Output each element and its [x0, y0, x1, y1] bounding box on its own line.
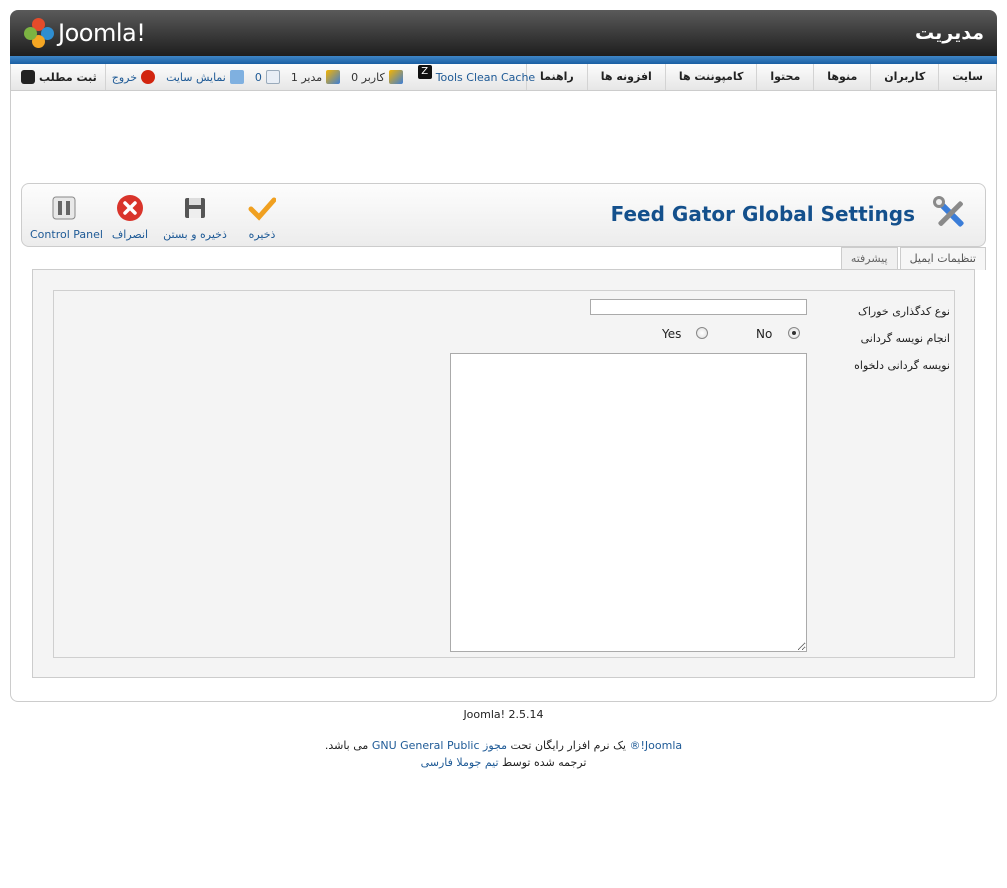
logout-link[interactable]: خروج — [112, 70, 159, 84]
cache-icon: Z — [417, 65, 432, 79]
admins-count: 1 — [290, 70, 298, 84]
radio-no[interactable] — [788, 327, 800, 339]
custom-translit-label: نویسه گردانی دلخواه — [854, 359, 950, 372]
footer-line1-end: می باشد. — [324, 739, 372, 752]
footer-version: Joomla! 2.5.14 — [463, 708, 544, 721]
users-count: 0 — [351, 70, 359, 84]
write-post-label: ثبت مطلب — [39, 70, 97, 84]
cancel-icon — [117, 195, 143, 221]
admins-label: مدیر — [301, 70, 323, 84]
menu-item-components[interactable]: کامپوننت ها — [664, 64, 757, 90]
footer-translator-line: ترجمه شده توسط تیم جوملا فارسی — [0, 756, 1007, 769]
logout-icon — [141, 70, 156, 84]
feed-encoding-input[interactable] — [590, 299, 807, 315]
menu-bar: سایت کاربران منوها محتوا کامپوننت ها افز… — [10, 64, 997, 91]
wrench-screwdriver-icon — [933, 196, 964, 227]
save-label: ذخیره — [248, 228, 276, 241]
menu-item-site[interactable]: سایت — [938, 64, 996, 90]
clean-cache-link[interactable]: Z Tools Clean Cache — [414, 65, 536, 84]
save-close-button[interactable]: ذخیره و بستن — [161, 194, 229, 241]
toolbar-box: Feed Gator Global Settings ذخیره ذخیره و… — [21, 183, 986, 247]
custom-translit-textarea[interactable] — [450, 353, 807, 652]
clean-cache-label: Tools Clean Cache — [435, 70, 536, 84]
cancel-label: انصراف — [111, 228, 149, 241]
menu-item-extensions[interactable]: افزونه ها — [586, 64, 665, 90]
users-status: 0 کاربر — [351, 70, 407, 84]
status-area: ثبت مطلب خروج نمایش سایت 0 1 مدیر 0 کارب… — [11, 64, 542, 90]
mail-icon — [265, 70, 280, 84]
control-panel-button[interactable]: Control Panel — [30, 194, 103, 241]
save-close-label: ذخیره و بستن — [163, 228, 227, 241]
header-stripe — [10, 56, 997, 64]
admin-header: Joomla! مدیریت — [10, 10, 997, 56]
control-panel-label: Control Panel — [30, 228, 103, 241]
feed-encoding-label: نوع کدگذاری خوراک — [858, 305, 950, 318]
users-icon — [388, 70, 403, 84]
footer-license-line: Joomla!® یک نرم افزار رایگان تحت مجوز GN… — [0, 739, 1007, 752]
admin-title: مدیریت — [915, 22, 984, 44]
view-site-link[interactable]: نمایش سایت — [166, 70, 248, 84]
messages-status[interactable]: 0 — [255, 70, 284, 84]
joomla-logo-text: Joomla! — [58, 19, 146, 47]
write-post-button[interactable]: ثبت مطلب — [11, 64, 106, 90]
tab-advanced[interactable]: پیشرفته — [840, 247, 898, 270]
monitor-icon — [229, 70, 244, 84]
joomla-link[interactable]: Joomla!® — [630, 739, 683, 752]
option-yes-label: Yes — [662, 327, 682, 341]
option-no-label: No — [756, 327, 773, 341]
control-panel-icon — [52, 196, 76, 220]
main-menu: سایت کاربران منوها محتوا کامپوننت ها افز… — [526, 64, 996, 90]
footer-line2-prefix: ترجمه شده توسط — [498, 756, 587, 769]
view-site-label: نمایش سایت — [166, 70, 226, 84]
users-label: کاربر — [361, 70, 385, 84]
write-post-icon — [21, 70, 35, 84]
messages-count: 0 — [254, 70, 262, 84]
menu-item-users[interactable]: کاربران — [870, 64, 938, 90]
page-title: Feed Gator Global Settings — [610, 202, 915, 226]
joomla-logo[interactable]: Joomla! — [24, 17, 146, 49]
radio-yes[interactable] — [696, 327, 708, 339]
gnu-license-link[interactable]: GNU General Public — [372, 739, 480, 752]
cancel-button[interactable]: انصراف — [96, 194, 164, 241]
save-button[interactable]: ذخیره — [228, 194, 296, 241]
footer-line1-mid: یک نرم افزار رایگان تحت — [507, 739, 630, 752]
checkmark-icon — [248, 197, 276, 221]
logout-label: خروج — [111, 70, 138, 84]
translator-link[interactable]: تیم جوملا فارسی — [421, 756, 499, 769]
menu-item-menus[interactable]: منوها — [813, 64, 870, 90]
license-prefix[interactable]: مجوز — [483, 739, 507, 752]
settings-tabs: تنظیمات ایمیل پیشرفته — [839, 247, 986, 270]
joomla-logo-icon — [24, 18, 54, 48]
menu-item-content[interactable]: محتوا — [756, 64, 813, 90]
transliteration-label: انجام نویسه گردانی — [860, 332, 950, 345]
admins-status: 1 مدیر — [291, 70, 344, 84]
tab-email-settings[interactable]: تنظیمات ایمیل — [899, 247, 986, 270]
admin-user-icon — [326, 70, 341, 84]
floppy-disk-icon — [185, 198, 205, 218]
